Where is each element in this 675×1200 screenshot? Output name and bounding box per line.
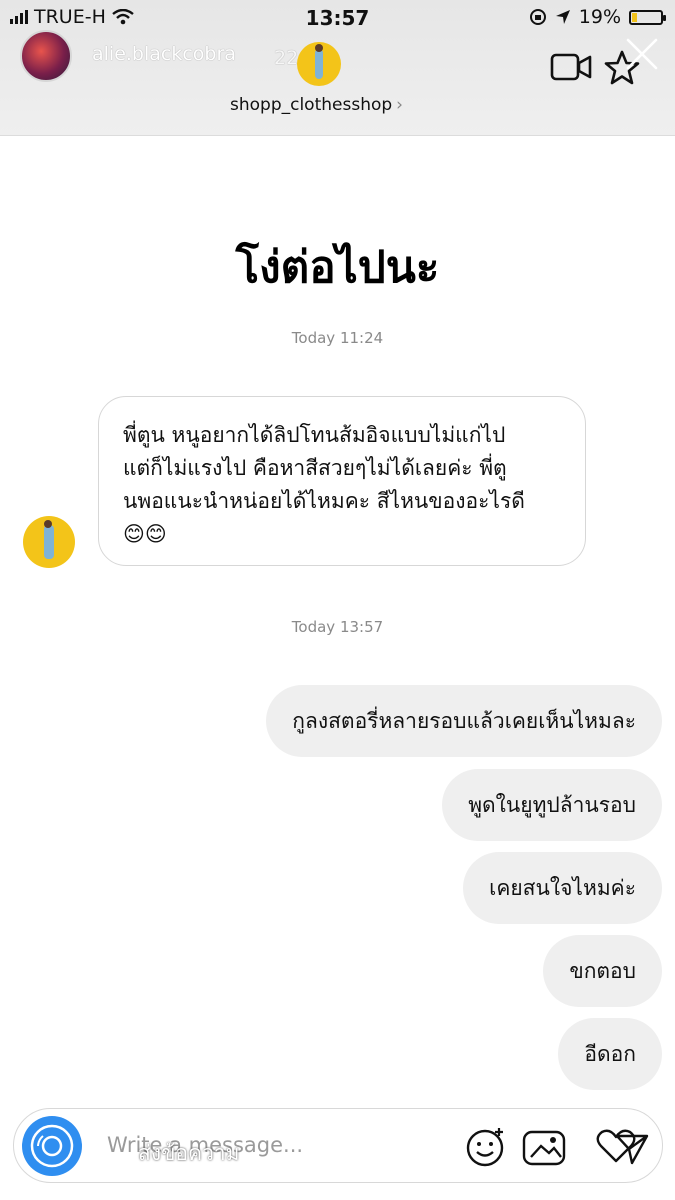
- chevron-right-icon: ›: [396, 95, 403, 115]
- photo-icon[interactable]: [521, 1126, 571, 1168]
- camera-button[interactable]: [22, 1116, 82, 1176]
- smile-emoji: 😊😊: [123, 522, 167, 546]
- shop-avatar-figure: [315, 44, 323, 79]
- timestamp: Today 11:24: [291, 329, 384, 347]
- status-bar: TRUE-H 13:57 19%: [0, 0, 675, 36]
- outgoing-message[interactable]: เคยสนใจไหมค่ะ: [463, 852, 662, 924]
- shop-avatar[interactable]: [297, 42, 341, 86]
- outgoing-message[interactable]: อีดอก: [558, 1018, 662, 1090]
- battery-percent: 19%: [578, 6, 621, 28]
- status-right: 19%: [529, 6, 666, 28]
- close-icon[interactable]: [624, 36, 660, 72]
- outgoing-message[interactable]: ขกตอบ: [543, 935, 662, 1007]
- user-avatar[interactable]: [20, 30, 72, 82]
- emoji-row: 😊😊: [123, 518, 561, 551]
- outgoing-message[interactable]: พูดในยูทูปล้านรอบ: [442, 769, 662, 841]
- incoming-message[interactable]: พี่ตูน หนูอยากได้ลิปโทนส้มอิจแบบไม่แก่ไป…: [98, 396, 586, 566]
- rotation-lock-icon: [529, 9, 546, 25]
- story-headline: โง่ต่อไปนะ: [235, 242, 440, 293]
- send-message-overlay: ส่งข้อความ: [138, 1141, 240, 1165]
- battery-fill: [632, 12, 637, 22]
- video-camera-icon[interactable]: [550, 50, 592, 84]
- incoming-line-3: นพอแนะนำหน่อยได้ไหมคะ สีไหนของอะไรดี: [123, 489, 525, 513]
- sender-avatar-figure: [44, 520, 54, 559]
- shop-link[interactable]: shopp_clothesshop ›: [230, 95, 403, 115]
- camera-icon: [30, 1124, 74, 1168]
- location-icon: [555, 10, 570, 24]
- send-icon[interactable]: [615, 1132, 649, 1166]
- emoji-sticker-icon[interactable]: [465, 1126, 507, 1168]
- sender-avatar[interactable]: [23, 516, 75, 568]
- outgoing-message[interactable]: กูลงสตอรี่หลายรอบแล้วเคยเห็นไหมละ: [266, 685, 662, 757]
- battery-icon: [629, 9, 666, 25]
- story-username[interactable]: alie.blackcobra: [92, 43, 236, 65]
- story-header: TRUE-H 13:57 19% alie.blackcobra 22ชม.: [0, 0, 675, 136]
- shop-name: shopp_clothesshop: [230, 95, 393, 115]
- incoming-line-1: พี่ตูน หนูอยากได้ลิปโทนส้มอิจแบบไม่แก่ไป: [123, 423, 506, 447]
- timestamp: Today 13:57: [291, 618, 384, 636]
- incoming-line-2: แต่ก็ไม่แรงไป คือหาสีสวยๆไม่ได้เลยค่ะ พี…: [123, 456, 507, 480]
